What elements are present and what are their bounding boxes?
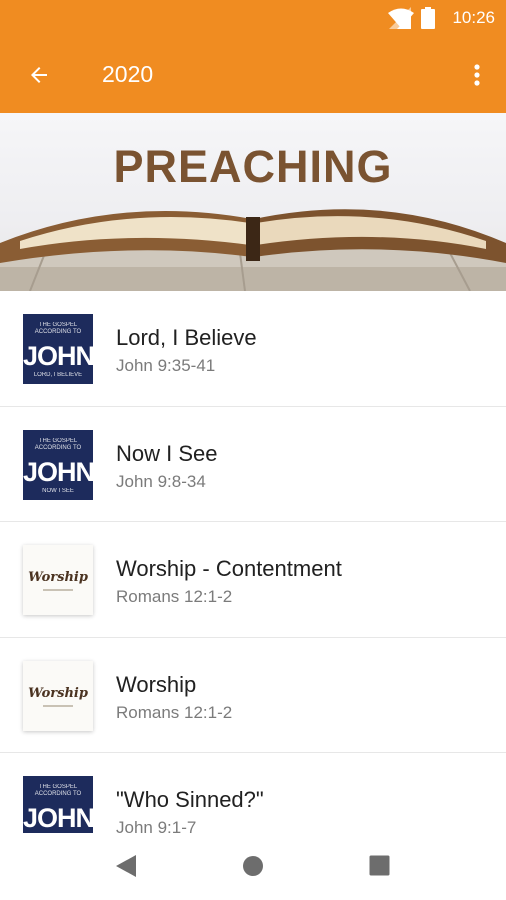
thumbnail-series: JOHN [23, 341, 93, 371]
sermon-passage: John 9:1-7 [116, 818, 197, 833]
sermon-passage: Romans 12:1-2 [116, 587, 233, 606]
sermon-passage: John 9:35-41 [116, 356, 216, 375]
battery-icon [421, 7, 435, 29]
sermon-thumbnail: THE GOSPEL ACCORDING TO JOHN NOW I SEE [23, 429, 93, 500]
sermon-list: THE GOSPEL ACCORDING TO JOHN LORD, I BEL… [0, 291, 506, 833]
back-button[interactable] [19, 55, 59, 95]
sermon-thumbnail: Worship [23, 545, 93, 615]
list-item[interactable]: THE GOSPEL ACCORDING TO JOHN "Who Sinned… [0, 753, 506, 833]
sermon-title: Worship [116, 671, 197, 697]
sermon-thumbnail: THE GOSPEL ACCORDING TO JOHN [23, 776, 93, 833]
overflow-menu-button[interactable] [465, 55, 489, 95]
arrow-back-icon [31, 67, 47, 83]
open-bible-image [0, 209, 506, 291]
thumbnail-caption: THE GOSPEL ACCORDING TO [34, 784, 82, 797]
thumbnail-script: Worship [28, 570, 88, 585]
thumbnail-script: Worship [28, 685, 88, 701]
more-vert-icon [474, 64, 480, 86]
thumbnail-subtitle: NOW I SEE [42, 487, 74, 494]
app-bar: 10:26 2020 [0, 0, 506, 113]
sermon-title: Now I See [116, 440, 218, 466]
thumbnail-caption: THE GOSPEL ACCORDING TO [34, 437, 82, 451]
system-navigation-bar [0, 833, 506, 900]
sermon-title: Worship - Contentment [116, 556, 342, 581]
sermon-passage: John 9:8-34 [116, 471, 206, 491]
nav-back-icon[interactable] [115, 854, 137, 878]
status-bar: 10:26 [0, 0, 506, 36]
thumbnail-series: JOHN [23, 803, 93, 833]
thumbnail-series: JOHN [23, 456, 93, 487]
list-item[interactable]: Worship Worship - Contentment Romans 12:… [0, 522, 506, 638]
list-item[interactable]: THE GOSPEL ACCORDING TO JOHN LORD, I BEL… [0, 291, 506, 407]
list-item[interactable]: THE GOSPEL ACCORDING TO JOHN NOW I SEE N… [0, 407, 506, 522]
thumbnail-subtitle: LORD, I BELIEVE [33, 372, 83, 378]
page-title: 2020 [102, 61, 154, 87]
sermon-passage: Romans 12:1-2 [116, 702, 233, 722]
sermon-title: Lord, I Believe [116, 325, 257, 350]
thumbnail-caption: THE GOSPEL ACCORDING TO [34, 322, 82, 335]
list-item[interactable]: Worship Worship Romans 12:1-2 [0, 638, 506, 753]
nav-recents-icon[interactable] [369, 855, 390, 876]
sermon-title: "Who Sinned?" [116, 787, 264, 812]
nav-home-icon[interactable] [242, 855, 264, 877]
banner-title: PREACHING [113, 141, 393, 192]
series-banner: PREACHING [0, 113, 506, 291]
signal-icon [389, 7, 411, 29]
sermon-thumbnail: Worship [23, 660, 93, 731]
sermon-thumbnail: THE GOSPEL ACCORDING TO JOHN LORD, I BEL… [23, 314, 93, 384]
status-time: 10:26 [452, 8, 495, 27]
